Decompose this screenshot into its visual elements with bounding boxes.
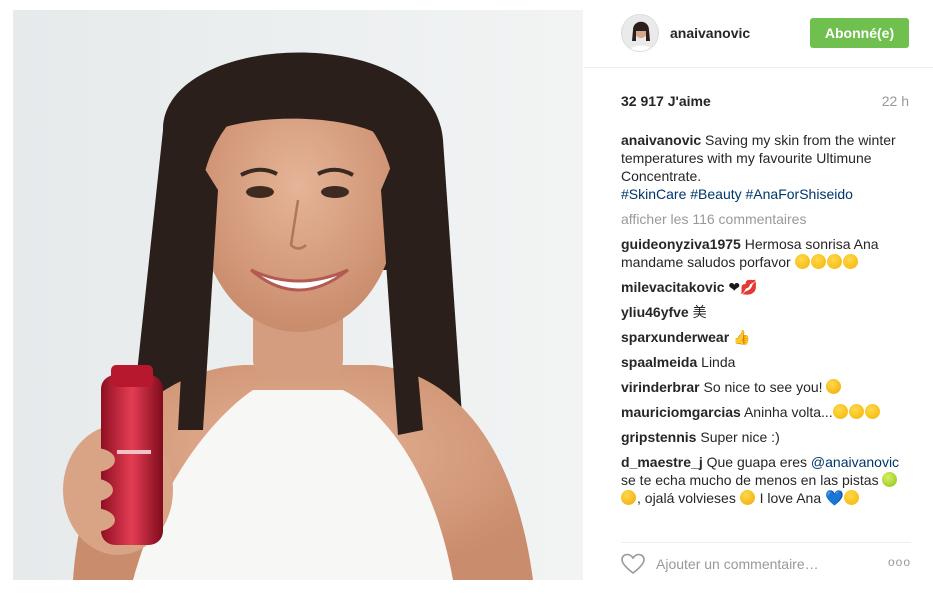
post-timestamp[interactable]: 22 h — [882, 93, 909, 109]
caption-username[interactable]: anaivanovic — [621, 132, 701, 148]
avatar[interactable] — [621, 14, 659, 52]
comment-item: guideonyziva1975 Hermosa sonrisa Ana man… — [621, 235, 911, 271]
comment-text: So nice to see you! — [703, 379, 823, 395]
photo-illustration — [13, 10, 583, 580]
comment-item: d_maestre_j Que guapa eres @anaivanovic … — [621, 453, 911, 508]
disappointed-emoji-icon — [826, 379, 842, 394]
comment-username[interactable]: yliu46yfve — [621, 304, 689, 320]
heart-outline-icon[interactable] — [621, 553, 645, 575]
comments-list: anaivanovic Saving my skin from the wint… — [621, 131, 911, 515]
kiss-emoji-icon — [794, 254, 859, 270]
caption: anaivanovic Saving my skin from the wint… — [621, 131, 911, 203]
comment-text: Linda — [701, 354, 736, 370]
comment-item: gripstennis Super nice :) — [621, 428, 911, 446]
blue-heart-emoji-icon: 💙 — [825, 490, 844, 507]
comment-text: 美 — [692, 304, 707, 320]
comment-item: yliu46yfve 美 — [621, 303, 911, 321]
view-all-comments-link[interactable]: afficher les 116 commentaires — [621, 210, 911, 228]
comment-text: , ojalá volvieses — [637, 490, 736, 506]
comment-text: se te echa mucho de menos en las pistas — [621, 472, 879, 488]
like-count[interactable]: 32 917 J'aime — [621, 93, 711, 109]
post-photo[interactable] — [13, 10, 583, 580]
comment-username[interactable]: virinderbrar — [621, 379, 700, 395]
comment-text: I love Ana — [759, 490, 822, 506]
comment-item: virinderbrar So nice to see you! — [621, 378, 911, 396]
follow-button[interactable]: Abonné(e) — [810, 18, 909, 48]
tennis-ball-emoji-icon — [882, 472, 898, 487]
comment-input[interactable] — [656, 554, 856, 574]
comment-username[interactable]: mauriciomgarcias — [621, 404, 741, 420]
add-comment-bar: ooo — [621, 542, 911, 582]
comment-username[interactable]: d_maestre_j — [621, 454, 703, 470]
comment-item: sparxunderwear 👍 — [621, 328, 911, 346]
comment-item: spaalmeida Linda — [621, 353, 911, 371]
heart-emoji-icon: ❤ — [728, 279, 741, 295]
post-header: anaivanovic Abonné(e) — [584, 0, 933, 68]
likes-row: 32 917 J'aime 22 h — [621, 93, 909, 111]
post-sidebar: anaivanovic Abonné(e) 32 917 J'aime 22 h… — [584, 0, 933, 594]
comment-username[interactable]: guideonyziva1975 — [621, 236, 741, 252]
comment-text: Aninha volta... — [743, 404, 833, 420]
caption-hashtags[interactable]: #SkinCare #Beauty #AnaForShiseido — [621, 186, 853, 202]
crying-emoji-icon — [621, 490, 636, 505]
comment-username[interactable]: gripstennis — [621, 429, 696, 445]
comment-text: Super nice :) — [700, 429, 780, 445]
ellipsis-icon[interactable]: ooo — [888, 555, 911, 569]
thumbs-up-emoji-icon: 👍 — [733, 329, 751, 345]
kiss-emoji-icon — [832, 404, 881, 420]
comment-username[interactable]: milevacitakovic — [621, 279, 725, 295]
avatar-image — [622, 15, 658, 51]
sob-emoji-icon — [739, 490, 755, 505]
heart-eyes-emoji-icon — [843, 490, 859, 505]
comment-item: mauriciomgarcias Aninha volta... — [621, 403, 911, 421]
comment-text: Que guapa eres — [706, 454, 808, 470]
lips-emoji-icon: 💋 — [740, 279, 758, 295]
comment-username[interactable]: sparxunderwear — [621, 329, 729, 345]
comment-username[interactable]: spaalmeida — [621, 354, 697, 370]
comment-item: milevacitakovic ❤💋 — [621, 278, 911, 296]
mention-link[interactable]: @anaivanovic — [811, 454, 899, 470]
username-link[interactable]: anaivanovic — [670, 25, 750, 41]
